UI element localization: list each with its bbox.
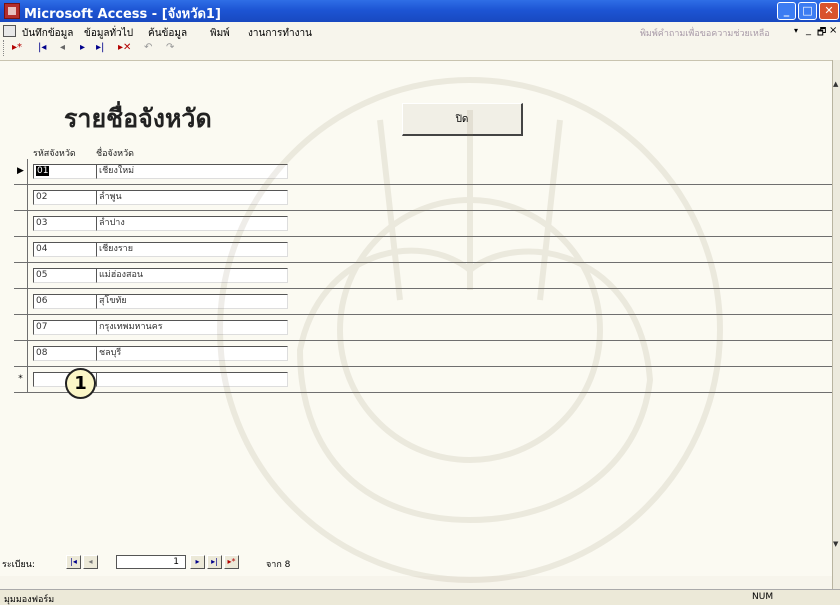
delete-record-icon[interactable]: ▸✕ <box>118 42 131 53</box>
menu-print[interactable]: พิมพ์ <box>210 26 230 41</box>
record-navigation-bar: ระเบียน: |◂ ◂ 1 ▸ ▸| ▸* จาก 8 <box>0 553 832 571</box>
close-form-button[interactable]: ปิด <box>402 103 523 136</box>
undo-icon[interactable]: ↶ <box>144 42 152 53</box>
province-name-field[interactable]: สุโขทัย <box>96 294 288 309</box>
record-row: 04 เชียงราย <box>14 237 832 263</box>
province-code-field[interactable]: 02 <box>33 190 105 205</box>
minimize-button[interactable]: _ <box>777 2 796 20</box>
province-code-field[interactable]: 03 <box>33 216 105 231</box>
form-view: รายชื่อจังหวัด ปิด รหัสจังหวัด ชื่อจังหว… <box>0 60 832 576</box>
province-name-field[interactable]: ลำพูน <box>96 190 288 205</box>
close-window-button[interactable]: ✕ <box>819 2 839 20</box>
record-selector[interactable] <box>14 263 28 288</box>
last-record-button[interactable]: ▸| <box>207 555 222 569</box>
record-selector[interactable] <box>14 341 28 366</box>
form-control-icon[interactable] <box>3 25 16 37</box>
menu-window[interactable]: งานการทำงาน <box>248 26 312 41</box>
record-selector[interactable] <box>14 315 28 340</box>
access-app-icon[interactable] <box>4 3 20 19</box>
next-record-icon[interactable]: ▸ <box>80 42 85 53</box>
vertical-scrollbar[interactable]: ▲ ▼ <box>832 60 840 589</box>
record-row: 05 แม่ฮ่องสอน <box>14 263 832 289</box>
previous-record-icon[interactable]: ◂ <box>60 42 65 53</box>
record-nav-label: ระเบียน: <box>2 560 35 570</box>
province-name-field[interactable]: เชียงราย <box>96 242 288 257</box>
province-code-field[interactable]: 05 <box>33 268 105 283</box>
document-close-button[interactable]: × <box>829 25 837 36</box>
title-bar: Microsoft Access - [จังหวัด1] _ □ ✕ <box>0 0 840 22</box>
menu-records[interactable]: บันทึกข้อมูล <box>22 26 73 41</box>
help-dropdown-icon[interactable]: ▾ <box>794 26 798 35</box>
document-restore-button[interactable]: 🗗 <box>817 25 826 42</box>
province-code-field[interactable]: 08 <box>33 346 105 361</box>
record-row: 02 ลำพูน <box>14 185 832 211</box>
document-minimize-button[interactable]: _ <box>806 25 811 36</box>
new-record-row: * <box>14 367 832 393</box>
record-row: 03 ลำปาง <box>14 211 832 237</box>
step-callout-badge: 1 <box>65 368 96 399</box>
redo-icon[interactable]: ↷ <box>166 42 174 53</box>
record-selector[interactable] <box>14 211 28 236</box>
province-name-field[interactable]: แม่ฮ่องสอน <box>96 268 288 283</box>
toolbar: ▸* |◂ ◂ ▸ ▸| ▸✕ ↶ ↷ <box>0 40 840 58</box>
status-bar: มุมมองฟอร์ม NUM <box>0 589 840 605</box>
record-row: 07 กรุงเทพมหานคร <box>14 315 832 341</box>
province-name-field[interactable]: เชียงใหม่ <box>96 164 288 179</box>
province-name-field[interactable]: ลำปาง <box>96 216 288 231</box>
menu-data[interactable]: ข้อมูลทั่วไป <box>84 26 133 41</box>
window-title: Microsoft Access - [จังหวัด1] <box>24 7 221 22</box>
current-record-number[interactable]: 1 <box>116 555 186 569</box>
province-name-field[interactable]: กรุงเทพมหานคร <box>96 320 288 335</box>
first-record-button[interactable]: |◂ <box>66 555 81 569</box>
new-record-selector[interactable]: * <box>14 367 28 392</box>
record-count-text: จาก 8 <box>266 560 291 570</box>
maximize-button[interactable]: □ <box>798 2 817 20</box>
province-code-field[interactable]: 07 <box>33 320 105 335</box>
toolbar-grip[interactable] <box>3 40 7 56</box>
last-record-icon[interactable]: ▸| <box>96 42 104 53</box>
province-code-field[interactable]: 01 <box>33 164 105 179</box>
scroll-down-arrow-icon[interactable]: ▼ <box>833 540 840 552</box>
num-lock-indicator: NUM <box>752 592 774 602</box>
record-selector-current[interactable]: ▶ <box>14 159 28 184</box>
menu-find[interactable]: ค้นข้อมูล <box>148 26 187 41</box>
next-record-button[interactable]: ▸ <box>190 555 205 569</box>
scroll-up-arrow-icon[interactable]: ▲ <box>833 80 840 92</box>
new-province-name-field[interactable] <box>96 372 288 387</box>
access-window: Microsoft Access - [จังหวัด1] _ □ ✕ บันท… <box>0 0 840 605</box>
province-code-value: 01 <box>36 166 50 176</box>
record-selector[interactable] <box>14 185 28 210</box>
record-row: 06 สุโขทัย <box>14 289 832 315</box>
province-code-field[interactable]: 06 <box>33 294 105 309</box>
help-question-box[interactable]: พิมพ์คำถามเพื่อขอความช่วยเหลือ <box>640 26 770 40</box>
status-text: มุมมองฟอร์ม <box>4 595 55 605</box>
form-title: รายชื่อจังหวัด <box>64 104 212 133</box>
previous-record-button[interactable]: ◂ <box>83 555 98 569</box>
column-header-province-name: ชื่อจังหวัด <box>96 149 135 159</box>
record-row: ▶ 01 เชียงใหม่ <box>14 159 832 185</box>
new-record-button[interactable]: ▸* <box>224 555 239 569</box>
record-selector[interactable] <box>14 289 28 314</box>
menu-bar: บันทึกข้อมูล ข้อมูลทั่วไป ค้นข้อมูล พิมพ… <box>0 22 840 42</box>
new-record-icon[interactable]: ▸* <box>12 42 22 53</box>
first-record-icon[interactable]: |◂ <box>38 42 46 53</box>
record-row: 08 ชลบุรี <box>14 341 832 367</box>
record-selector[interactable] <box>14 237 28 262</box>
province-name-field[interactable]: ชลบุรี <box>96 346 288 361</box>
province-code-field[interactable]: 04 <box>33 242 105 257</box>
column-header-province-code: รหัสจังหวัด <box>33 149 76 159</box>
